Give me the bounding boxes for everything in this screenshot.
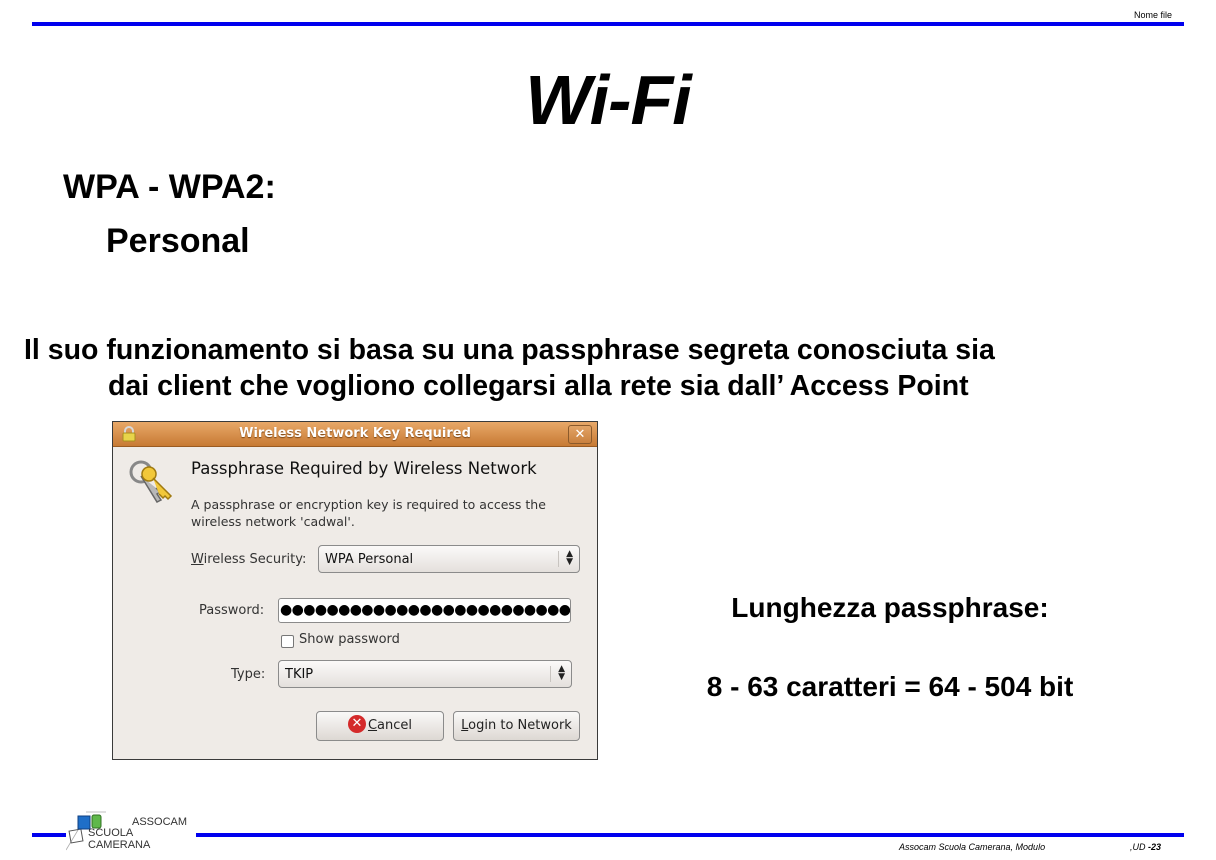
dialog-description: A passphrase or encryption key is requir… xyxy=(191,497,546,529)
password-label: Password: xyxy=(199,603,265,618)
combo-arrows-icon: ▲ ▼ xyxy=(558,664,565,682)
description-paragraph: Il suo funzionamento si basa su una pass… xyxy=(24,332,995,404)
heading-wpa: WPA - WPA2: xyxy=(63,168,276,206)
combo-separator xyxy=(558,551,559,567)
page-prefix: ,UD xyxy=(1130,842,1148,852)
cancel-label: ancel xyxy=(377,718,413,733)
page-number-value: -23 xyxy=(1148,842,1162,852)
combo-separator xyxy=(550,666,551,682)
top-divider xyxy=(32,22,1184,26)
show-password-label[interactable]: Show password xyxy=(299,632,400,647)
login-to-network-button[interactable]: Login to Network xyxy=(453,711,580,741)
dialog-heading: Passphrase Required by Wireless Network xyxy=(191,459,537,478)
paragraph-line-2: dai client che vogliono collegarsi alla … xyxy=(108,370,969,402)
close-button[interactable]: ✕ xyxy=(568,425,592,444)
heading-personal: Personal xyxy=(106,222,250,260)
cancel-icon: ✕ xyxy=(347,715,366,733)
cancel-button[interactable]: ✕ Cancel xyxy=(316,711,444,741)
cancel-mnemonic: C xyxy=(367,718,378,733)
dialog-title: Wireless Network Key Required xyxy=(239,426,471,441)
footer-text: Assocam Scuola Camerana, Modulo xyxy=(899,842,1046,852)
bottom-divider xyxy=(32,833,1184,837)
type-select[interactable]: TKIP ▲ ▼ xyxy=(278,660,572,688)
password-input[interactable]: ●●●●●●●●●●●●●●●●●●●●●●●●● xyxy=(278,598,571,623)
dialog-titlebar[interactable]: Wireless Network Key Required ✕ xyxy=(113,422,597,447)
wireless-security-label: Wireless Security: xyxy=(191,552,306,567)
header-file-label: Nome file xyxy=(1133,10,1172,20)
passphrase-length-detail: 8 - 63 caratteri = 64 - 504 bit xyxy=(706,671,1074,702)
wireless-key-dialog: Wireless Network Key Required ✕ Passphra… xyxy=(112,421,598,760)
logo-line-2: SCUOLA CAMERANA xyxy=(88,827,151,851)
close-icon: ✕ xyxy=(574,427,586,442)
paragraph-line-1: Il suo funzionamento si basa su una pass… xyxy=(24,334,995,366)
security-label-text: ireless Security: xyxy=(203,552,307,567)
page-number: ,UD -23 xyxy=(1130,842,1161,852)
security-mnemonic: W xyxy=(191,552,204,567)
keys-icon xyxy=(129,460,173,503)
slide-title: Wi-Fi xyxy=(525,61,691,139)
login-label: ogin to Network xyxy=(468,718,572,733)
passphrase-length-heading: Lunghezza passphrase: xyxy=(731,592,1049,623)
combo-arrows-icon: ▲ ▼ xyxy=(566,549,573,567)
wireless-security-value: WPA Personal xyxy=(325,552,414,567)
type-value: TKIP xyxy=(285,667,314,682)
type-label: Type: xyxy=(231,667,266,682)
wireless-security-select[interactable]: WPA Personal ▲ ▼ xyxy=(318,545,580,573)
show-password-checkbox[interactable] xyxy=(281,635,294,648)
assocam-logo: ASSOCAM SCUOLA CAMERANA xyxy=(66,810,196,852)
